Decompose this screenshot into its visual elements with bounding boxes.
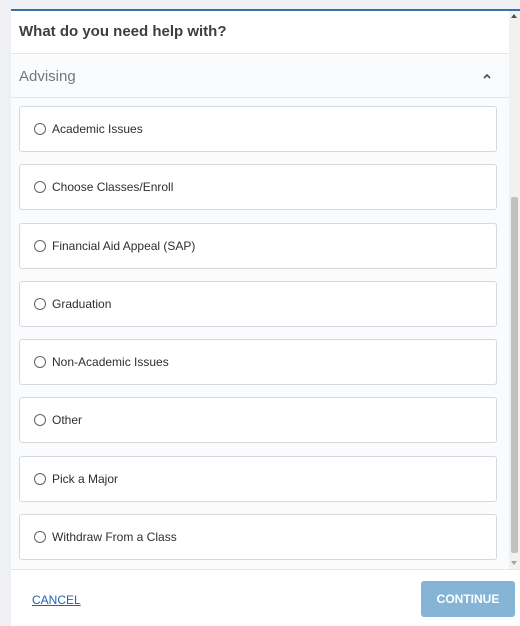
option-graduation[interactable]: Graduation xyxy=(19,280,497,327)
option-academic-issues[interactable]: Academic Issues xyxy=(19,106,497,152)
dialog-header: What do you need help with? xyxy=(11,11,520,54)
cancel-button[interactable]: CANCEL xyxy=(32,593,81,607)
radio-unchecked-icon[interactable] xyxy=(34,181,46,194)
option-list: Academic Issues Choose Classes/Enroll Fi… xyxy=(19,106,497,569)
dialog-title: What do you need help with? xyxy=(19,23,227,40)
option-pick-a-major[interactable]: Pick a Major xyxy=(19,455,497,502)
option-label: Pick a Major xyxy=(52,471,119,486)
section-header-advising[interactable]: Advising xyxy=(11,54,509,98)
option-label: Withdraw From a Class xyxy=(52,530,177,545)
scrollbar-thumb[interactable] xyxy=(511,197,518,553)
option-other[interactable]: Other xyxy=(19,397,497,444)
option-label: Non-Academic Issues xyxy=(52,355,169,370)
option-financial-aid-appeal[interactable]: Financial Aid Appeal (SAP) xyxy=(19,222,497,269)
radio-unchecked-icon[interactable] xyxy=(34,531,46,544)
help-dialog: What do you need help with? Advising Aca… xyxy=(11,9,520,626)
option-label: Other xyxy=(52,413,83,428)
option-label: Academic Issues xyxy=(52,122,143,136)
vertical-scrollbar[interactable] xyxy=(509,11,520,569)
option-non-academic-issues[interactable]: Non-Academic Issues xyxy=(19,339,497,386)
continue-button[interactable]: CONTINUE xyxy=(421,581,515,617)
option-label: Financial Aid Appeal (SAP) xyxy=(52,238,196,253)
options-scroll-area[interactable]: Advising Academic Issues Choose Classes/… xyxy=(11,54,509,569)
dialog-footer: CANCEL CONTINUE xyxy=(11,569,520,626)
section-title: Advising xyxy=(19,68,76,85)
option-label: Choose Classes/Enroll xyxy=(52,180,174,195)
option-choose-classes-enroll[interactable]: Choose Classes/Enroll xyxy=(19,164,497,211)
radio-unchecked-icon[interactable] xyxy=(34,414,46,427)
scroll-up-arrow-icon[interactable] xyxy=(511,14,517,18)
radio-unchecked-icon[interactable] xyxy=(34,472,46,485)
radio-unchecked-icon[interactable] xyxy=(34,123,46,135)
scroll-down-arrow-icon[interactable] xyxy=(511,561,517,565)
chevron-up-icon[interactable] xyxy=(481,71,493,81)
option-withdraw-from-a-class[interactable]: Withdraw From a Class xyxy=(19,514,497,561)
radio-unchecked-icon[interactable] xyxy=(34,356,46,369)
page-background: What do you need help with? Advising Aca… xyxy=(0,0,520,626)
radio-unchecked-icon[interactable] xyxy=(34,297,46,310)
option-label: Graduation xyxy=(52,296,112,311)
radio-unchecked-icon[interactable] xyxy=(34,239,46,252)
